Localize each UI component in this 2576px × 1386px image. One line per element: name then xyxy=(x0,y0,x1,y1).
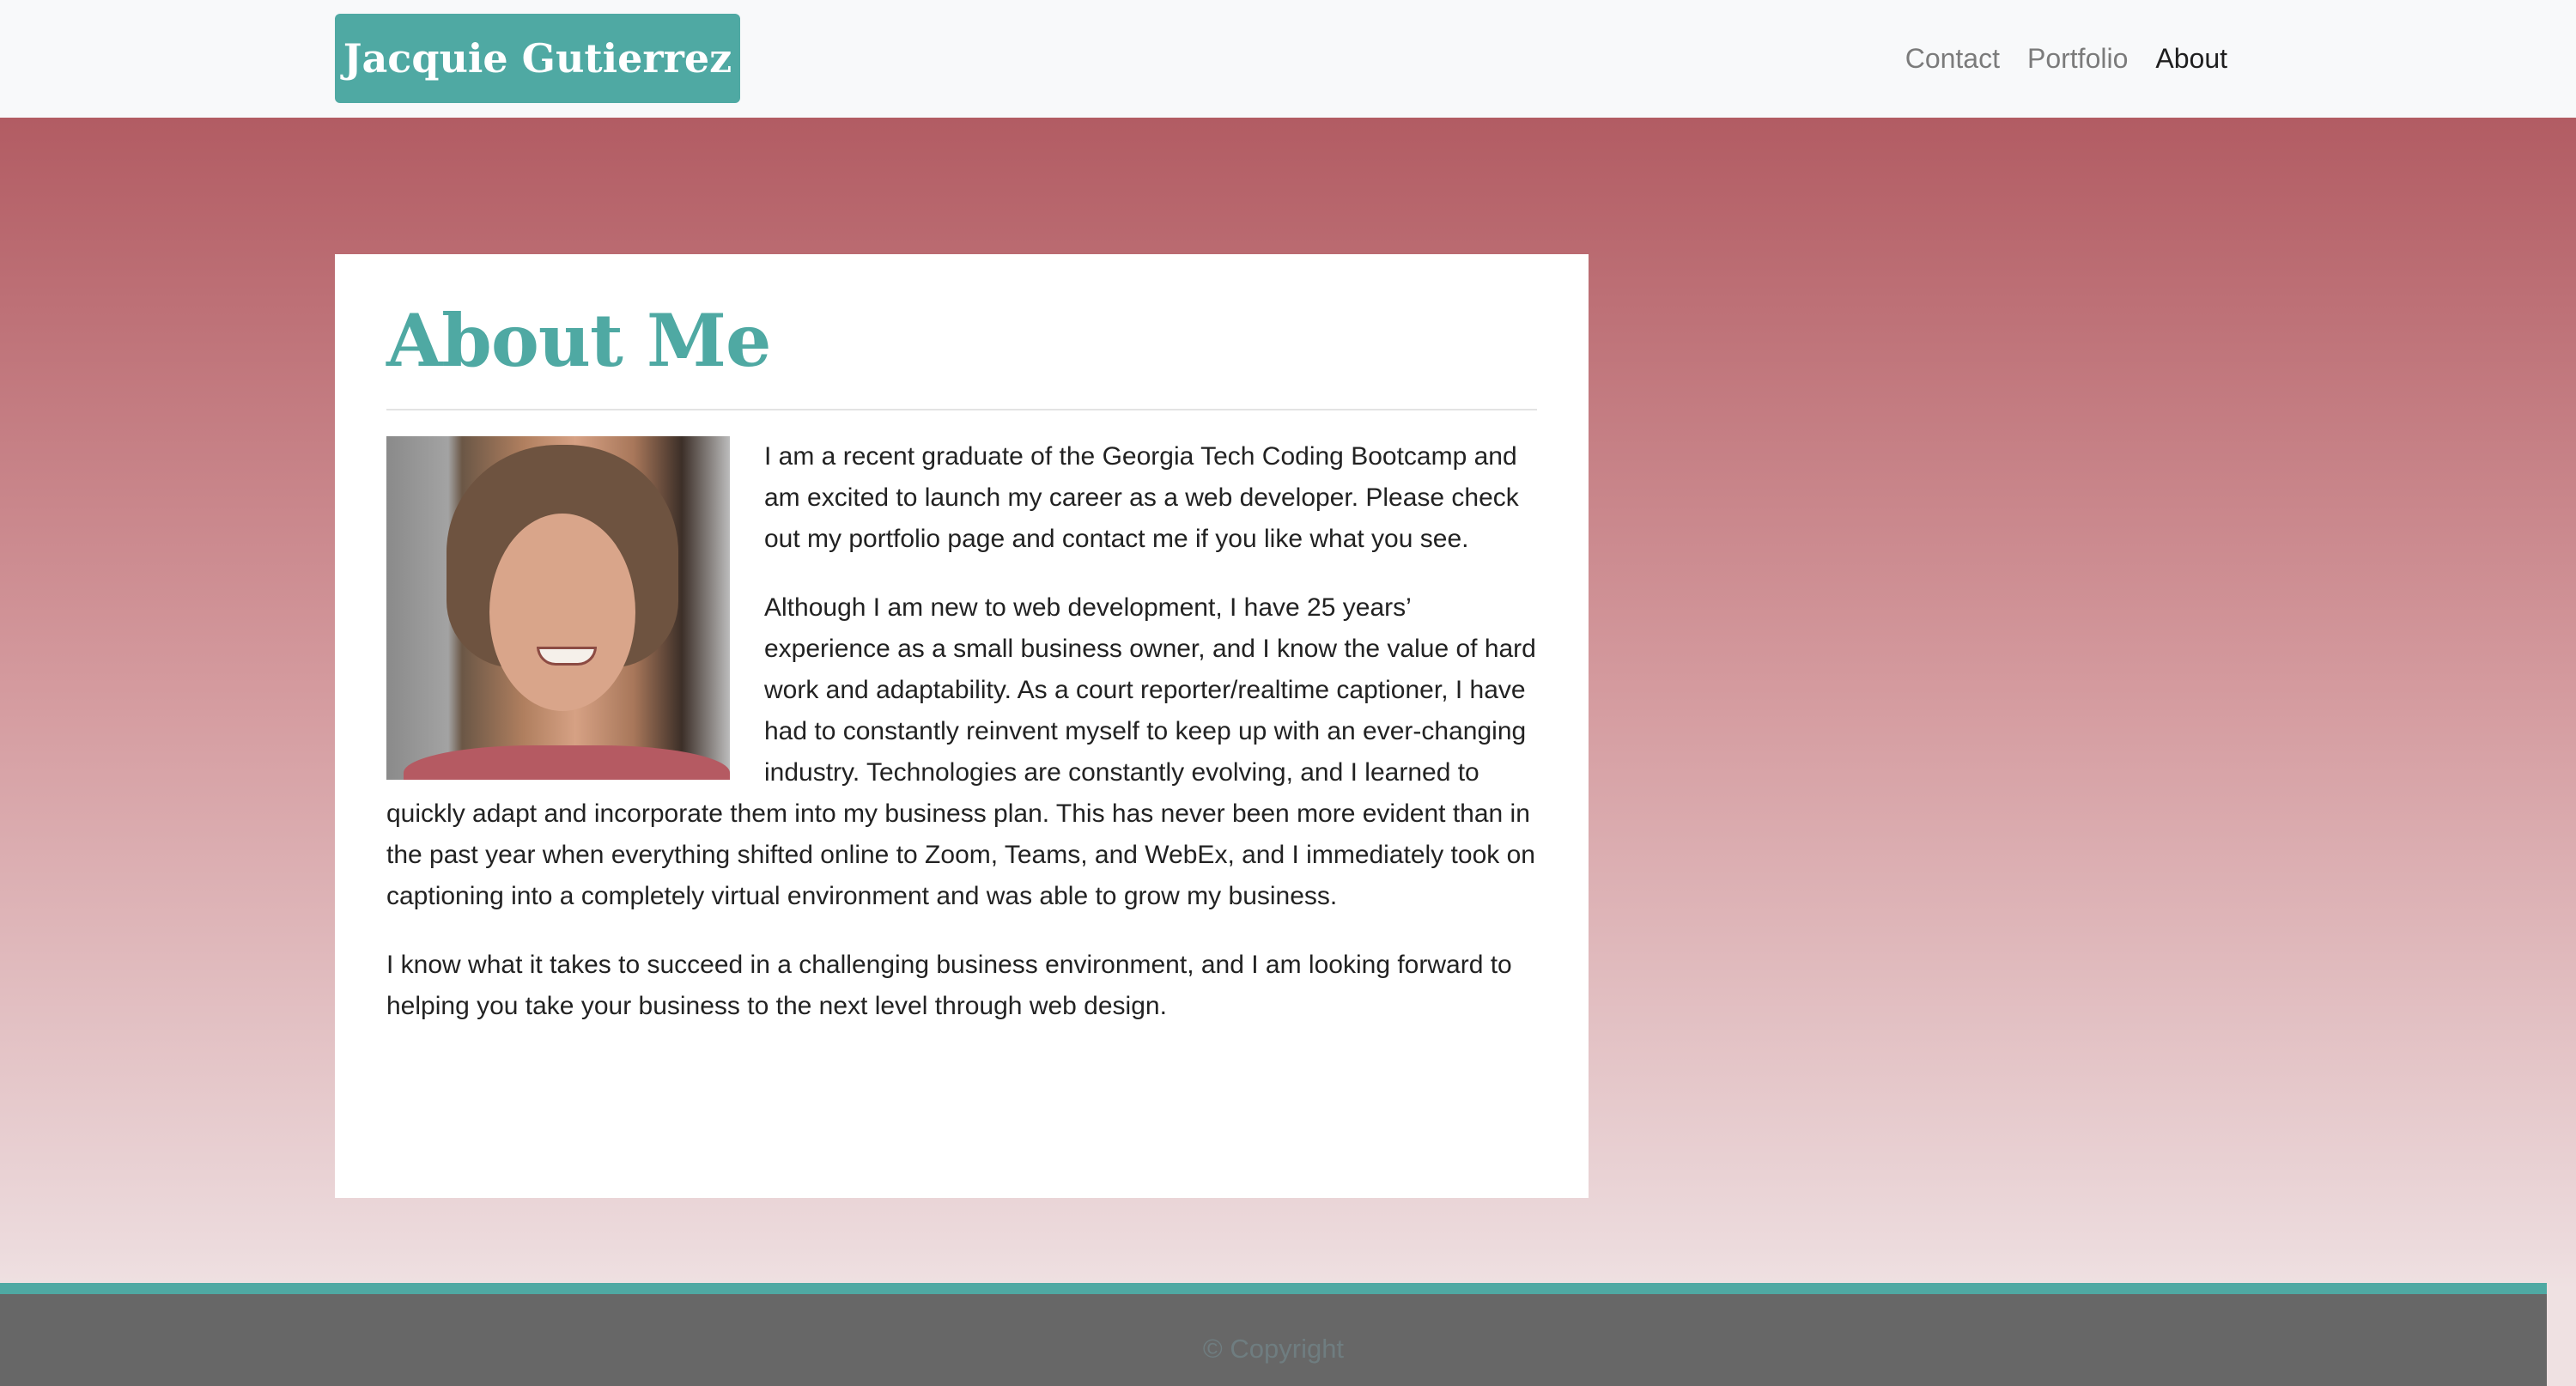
copyright-text: © Copyright xyxy=(1202,1334,1345,1364)
nav-link-contact[interactable]: Contact xyxy=(1905,43,2000,75)
page-title: About Me xyxy=(386,298,771,383)
navbar: Jacquie Gutierrez Contact Portfolio Abou… xyxy=(0,0,2576,118)
about-paragraph-3: I know what it takes to succeed in a cha… xyxy=(386,951,1512,1020)
nav-link-portfolio[interactable]: Portfolio xyxy=(2027,43,2128,75)
about-card: About Me I am a recent graduate of the G… xyxy=(335,254,1589,1198)
nav-link-about[interactable]: About xyxy=(2155,43,2227,75)
title-divider xyxy=(386,409,1537,410)
photo-smile-shape xyxy=(537,647,597,666)
brand-logo-link[interactable]: Jacquie Gutierrez xyxy=(335,14,740,103)
profile-photo xyxy=(386,436,730,780)
photo-shirt-shape xyxy=(404,745,730,780)
footer: © Copyright xyxy=(0,1283,2547,1386)
photo-face-shape xyxy=(489,514,635,711)
nav-links: Contact Portfolio About xyxy=(1905,0,2227,118)
